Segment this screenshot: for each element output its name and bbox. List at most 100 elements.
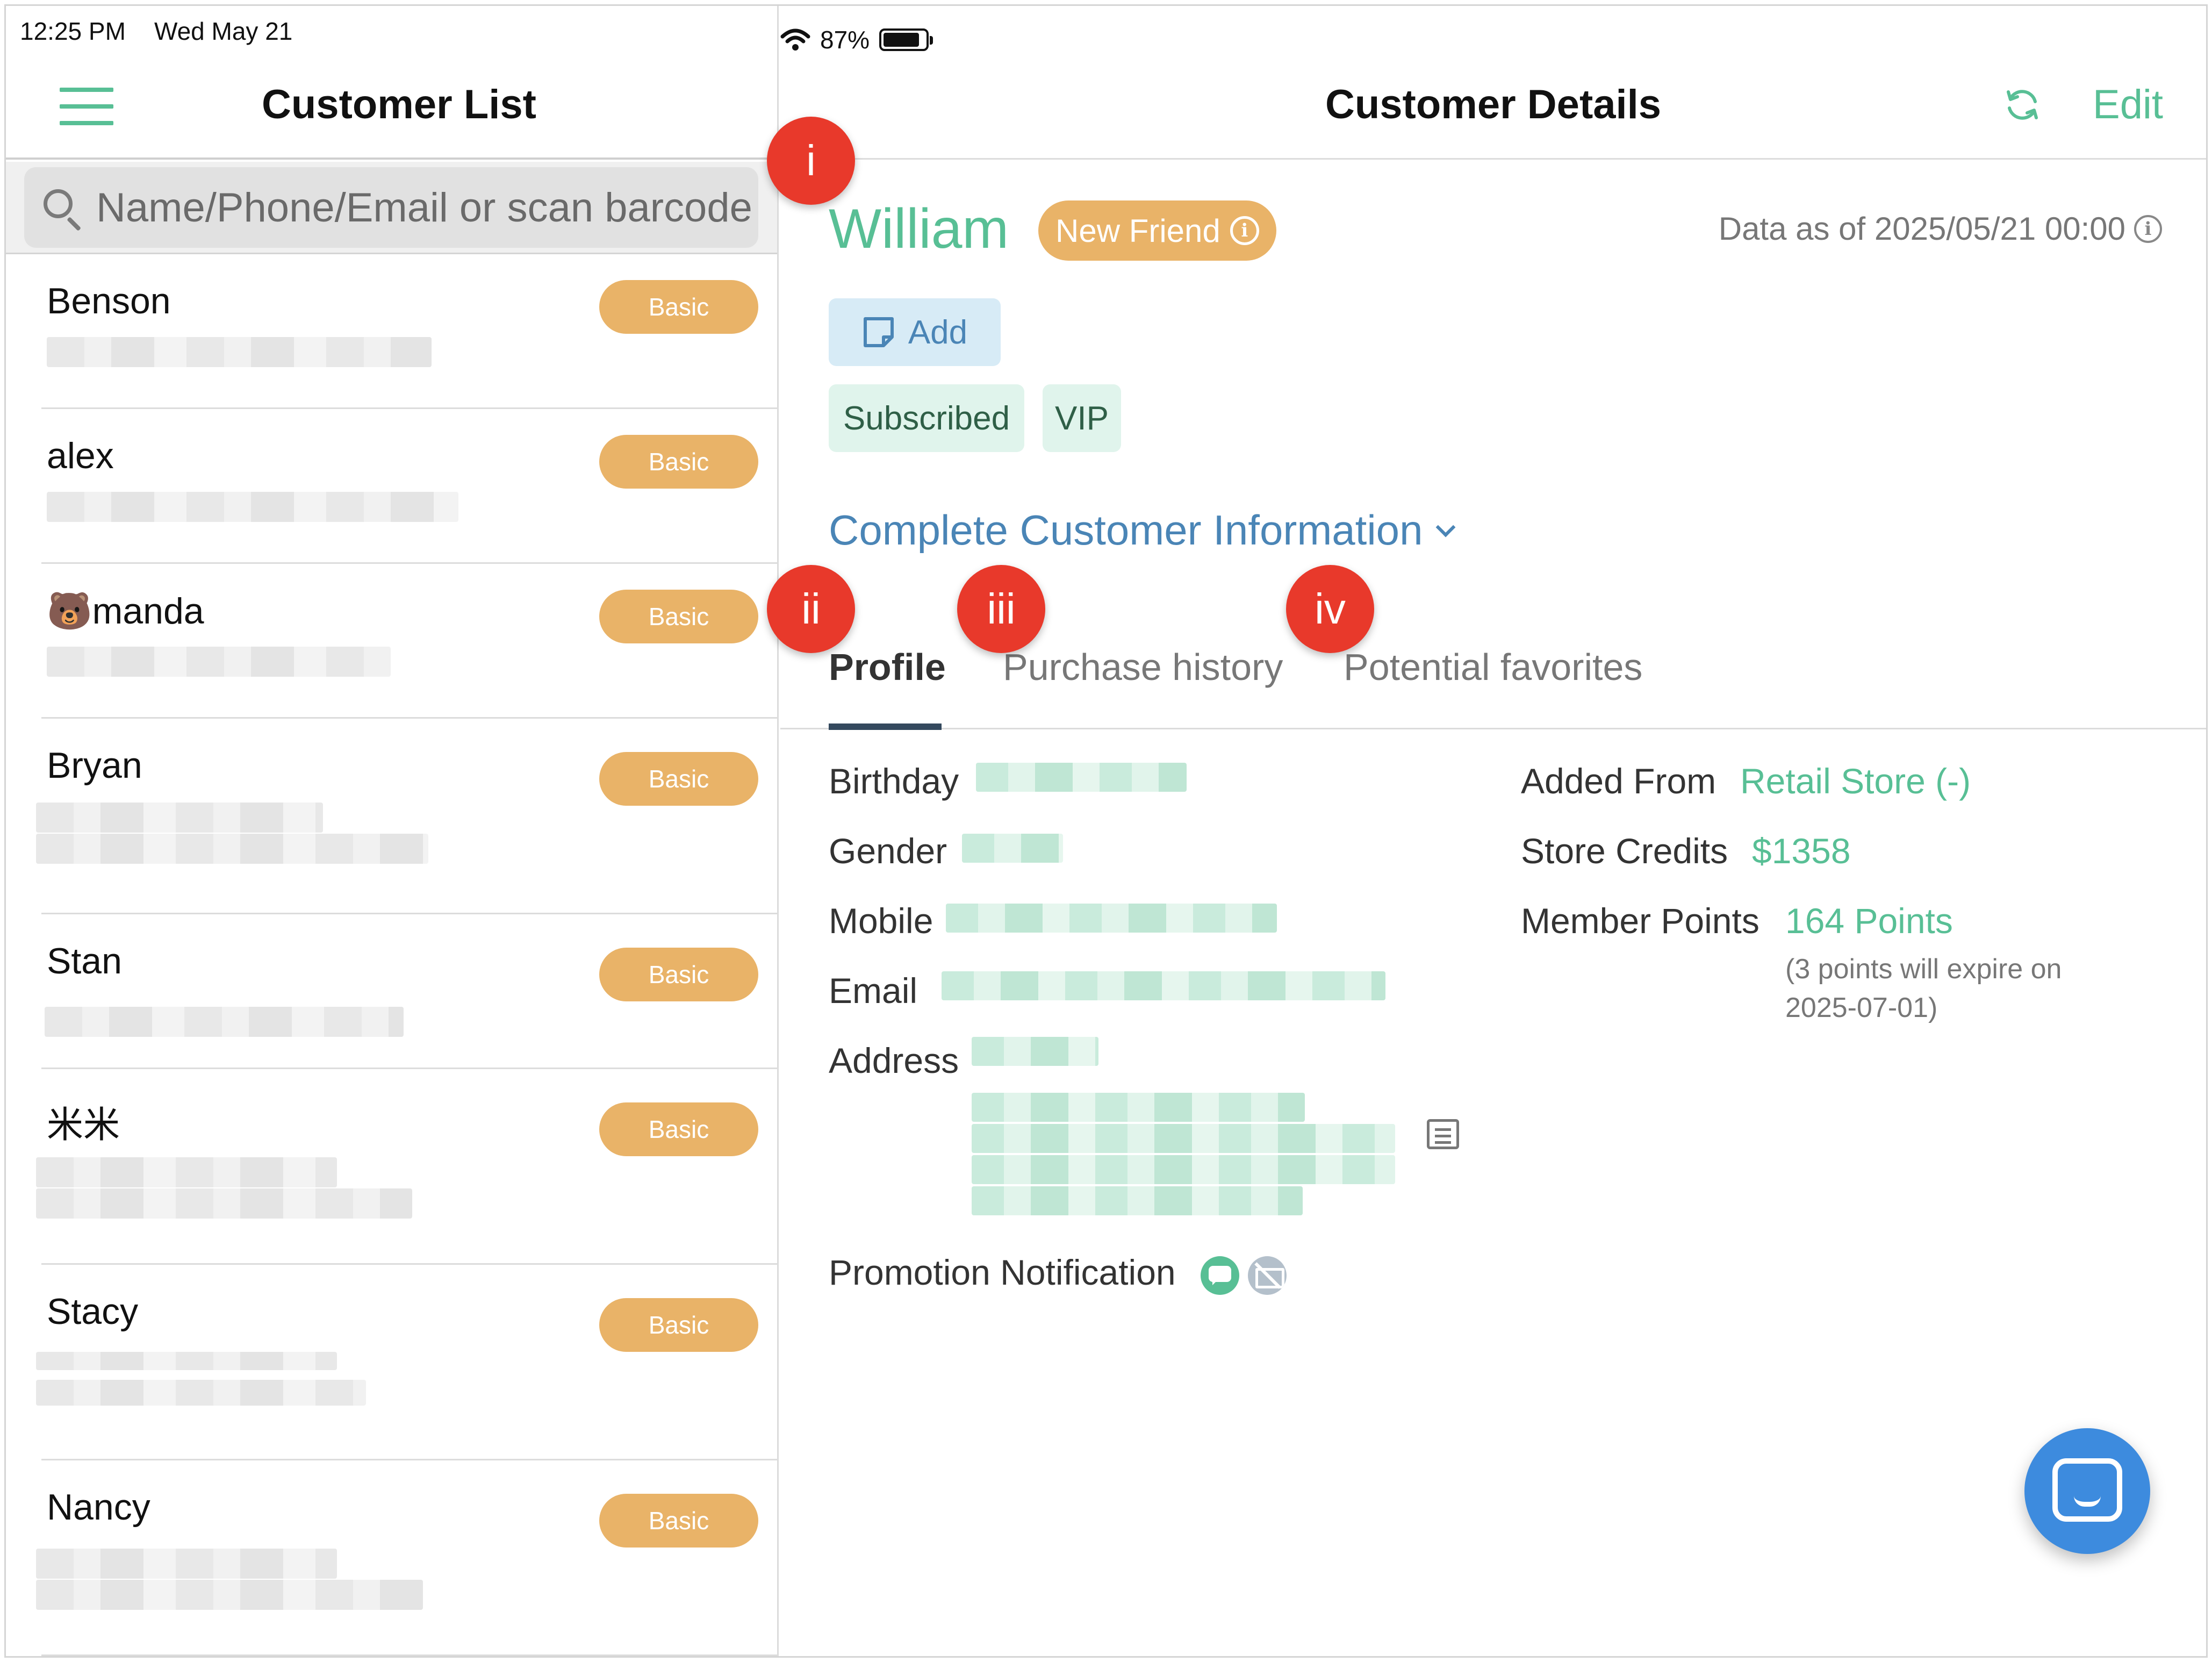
data-as-of: Data as of 2025/05/21 00:00 i [1719,210,2162,247]
customer-tier-badge: Basic [599,435,758,489]
customer-name: Benson [47,281,171,321]
points-expiry-note-line1: (3 points will expire on [1785,954,2062,985]
search-bar [6,162,777,254]
customer-row-stacy[interactable]: Stacy Basic [36,1265,779,1460]
customer-list-header: Customer List [6,54,777,160]
ipad-screen: 12:25 PM Wed May 21 87% Customer List Na… [4,4,2208,1658]
annotation-marker-ii: ii [767,565,855,653]
complete-customer-info-toggle[interactable]: Complete Customer Information [829,506,1456,555]
search-input[interactable] [96,184,752,231]
redacted-contact [47,647,391,677]
support-chat-button[interactable] [2024,1428,2150,1554]
redacted-address [972,1093,1305,1122]
customer-details-title: Customer Details [1325,82,1662,127]
chevron-down-icon [1436,517,1456,537]
customer-tier-badge: Basic [599,1102,758,1156]
new-friend-label: New Friend [1055,212,1220,249]
customer-tier-badge: Basic [599,752,758,806]
customer-name: Nancy [47,1487,150,1528]
customer-name-heading: William [829,198,1009,260]
store-credits-label: Store Credits [1521,831,1728,871]
redacted-contact [45,1007,404,1037]
customer-details-header: Customer Details Edit [780,54,2206,160]
active-tab-indicator [829,723,942,730]
tab-purchase-history[interactable]: Purchase history [1003,646,1283,689]
add-label: Add [908,313,968,351]
redacted-gender [962,834,1063,863]
redacted-address [972,1037,1098,1066]
chat-notification-icon [1201,1256,1239,1295]
new-friend-badge[interactable]: New Friend i [1038,200,1276,261]
complete-info-label: Complete Customer Information [829,506,1423,554]
store-credits-value[interactable]: $1358 [1752,830,1851,871]
added-from-label: Added From [1521,761,1717,801]
customer-name: Stacy [47,1291,139,1332]
info-icon: i [1230,216,1259,245]
customer-list-title: Customer List [262,82,536,127]
customer-row-nancy[interactable]: Nancy Basic [36,1460,779,1656]
customer-row-manda[interactable]: 🐻manda Basic [41,564,779,719]
redacted-contact [47,492,458,522]
redacted-contact [36,1157,337,1187]
annotation-marker-iv: iv [1286,565,1374,653]
customer-list-pane: Customer List Benson Basic alex Basic 🐻m… [6,6,779,1656]
customer-tier-badge: Basic [599,1298,758,1352]
redacted-contact [36,834,428,864]
customer-tier-badge: Basic [599,948,758,1001]
tab-potential-favorites[interactable]: Potential favorites [1344,646,1642,689]
mobile-label: Mobile [829,901,933,941]
redacted-address [972,1186,1303,1215]
customer-list: Benson Basic alex Basic 🐻manda Basic Bry… [6,254,779,1656]
customer-row-alex[interactable]: alex Basic [41,409,779,564]
points-expiry-note-line2: 2025-07-01) [1785,992,1938,1023]
refresh-icon[interactable] [2003,85,2042,124]
search-icon [40,186,83,232]
redacted-email [942,971,1385,1000]
address-label: Address [829,1041,959,1080]
customer-row-stan[interactable]: Stan Basic [41,914,779,1069]
customer-name: 🐻manda [47,591,204,632]
redacted-address [972,1155,1395,1184]
birthday-label: Birthday [829,761,959,801]
email-label: Email [829,971,918,1011]
redacted-contact [36,1352,337,1370]
redacted-contact [47,337,432,367]
customer-name: alex [47,435,114,476]
customer-row-benson[interactable]: Benson Basic [41,254,779,409]
member-points-label: Member Points [1521,901,1759,941]
customer-row-bryan[interactable]: Bryan Basic [36,719,779,914]
tag-subscribed: Subscribed [829,384,1024,452]
redacted-mobile [946,904,1277,933]
redacted-contact [36,1580,423,1610]
customer-details-pane: Customer Details Edit William New Friend… [780,6,2206,1656]
redacted-birthday [976,763,1187,792]
hamburger-icon[interactable] [60,88,113,125]
note-icon [863,317,894,347]
annotation-marker-i: i [767,117,855,205]
edit-button[interactable]: Edit [2093,81,2163,128]
member-points-value[interactable]: 164 Points [1785,900,1953,941]
customer-name: 米米 [47,1105,120,1145]
added-from-value[interactable]: Retail Store (-) [1740,761,1971,801]
customer-name: Stan [47,941,122,982]
add-note-button[interactable]: Add [829,298,1001,366]
data-as-of-text: Data as of 2025/05/21 00:00 [1718,211,2125,247]
redacted-address [972,1124,1395,1153]
copy-icon[interactable] [1427,1119,1459,1149]
email-disabled-icon [1248,1256,1287,1295]
customer-tier-badge: Basic [599,1494,758,1548]
customer-name: Bryan [47,745,142,786]
info-icon[interactable]: i [2134,214,2162,243]
gender-label: Gender [829,831,947,871]
tag-vip: VIP [1043,384,1121,452]
redacted-contact [36,1549,337,1579]
tab-profile[interactable]: Profile [829,646,946,689]
promotion-notification-label: Promotion Notification [829,1252,1176,1292]
search-field[interactable] [24,167,758,248]
customer-tier-badge: Basic [599,280,758,334]
redacted-contact [36,1188,412,1219]
customer-tier-badge: Basic [599,590,758,643]
customer-row-mimi[interactable]: 米米 Basic [36,1069,779,1265]
redacted-contact [36,1380,366,1406]
support-chat-icon [2052,1458,2122,1522]
